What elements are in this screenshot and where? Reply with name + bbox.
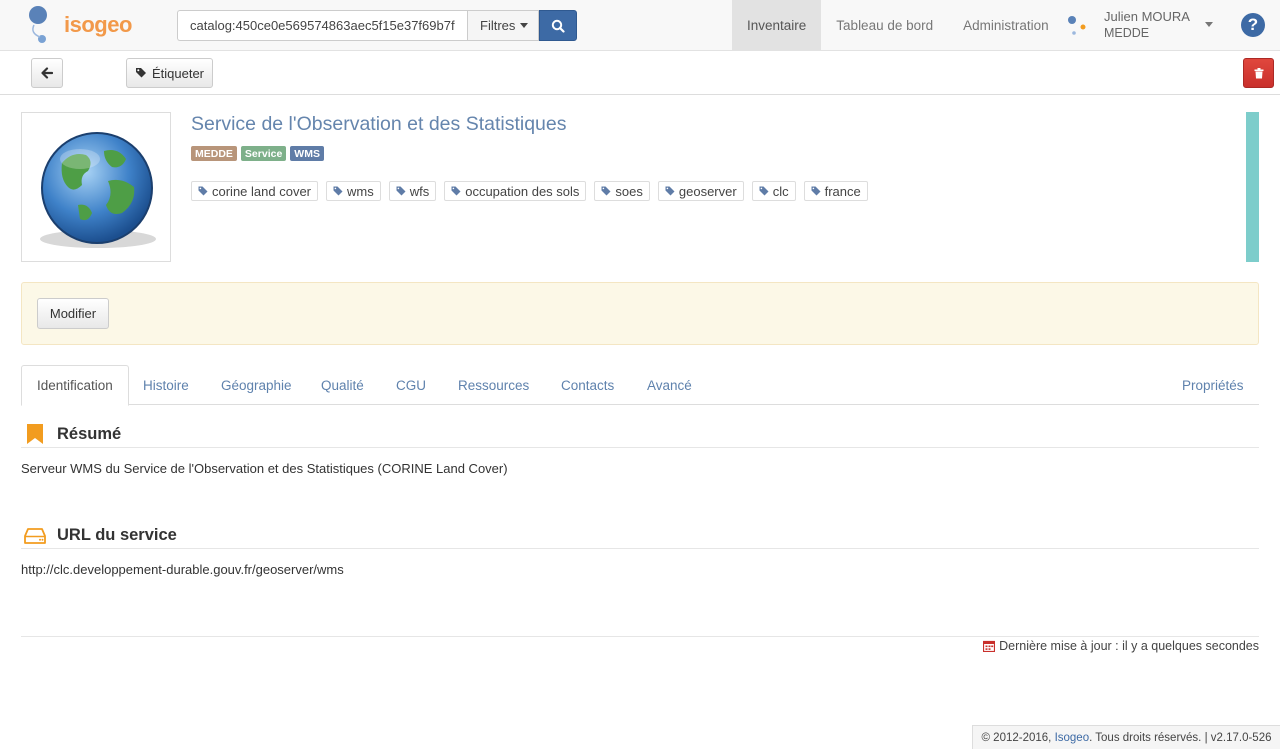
help-icon[interactable]: ? [1241, 13, 1265, 37]
service-url[interactable]: http://clc.developpement-durable.gouv.fr… [21, 562, 344, 577]
keyword-label: occupation des sols [465, 183, 580, 199]
calendar-icon [983, 640, 996, 652]
user-menu[interactable]: Julien MOURA MEDDE [1064, 8, 1224, 44]
action-panel: Modifier [21, 282, 1259, 345]
tab-ressources[interactable]: Ressources [458, 365, 529, 405]
keyword-label: wfs [409, 183, 430, 199]
search-bar: Filtres [177, 10, 578, 41]
summary-title: Résumé [57, 425, 122, 443]
keyword-label: geoserver [678, 183, 737, 199]
footer-divider [21, 636, 1259, 637]
bookmark-icon [27, 424, 43, 444]
badge-format: WMS [290, 146, 324, 161]
keyword-label: soes [615, 183, 643, 199]
tab-identification[interactable]: Identification [21, 365, 129, 406]
summary-text: Serveur WMS du Service de l'Observation … [21, 461, 508, 476]
main-nav: Inventaire Tableau de bord Administratio… [732, 0, 1064, 50]
tag-button-label: Étiqueter [151, 65, 205, 81]
keyword-label: corine land cover [212, 183, 311, 199]
tags-icon [135, 68, 146, 78]
keyword-chip[interactable]: soes [594, 181, 650, 201]
url-title: URL du service [57, 526, 177, 544]
resource-badges: MEDDE Service WMS [191, 146, 324, 161]
tab-cgu[interactable]: CGU [396, 365, 426, 405]
back-button[interactable] [31, 58, 63, 88]
keyword-label: wms [347, 183, 374, 199]
tab-qualite[interactable]: Qualité [321, 365, 364, 405]
resource-toolbar: Étiqueter [0, 51, 1280, 95]
user-caret-down-icon [1205, 22, 1213, 27]
tab-contacts[interactable]: Contacts [561, 365, 614, 405]
keyword-chip[interactable]: wfs [388, 181, 437, 201]
keyword-chip[interactable]: france [803, 181, 868, 201]
logo-text: isogeo [64, 12, 132, 37]
copyright-suffix: . Tous droits réservés. | v2.17.0-526 [1089, 731, 1272, 744]
tag-icon [451, 186, 461, 196]
tag-icon [198, 186, 208, 196]
search-input[interactable] [177, 10, 467, 41]
summary-section-header: Résumé [21, 424, 1259, 448]
tab-proprietes[interactable]: Propriétés [1182, 365, 1244, 405]
copyright-bar: © 2012-2016, Isogeo. Tous droits réservé… [972, 725, 1280, 749]
tag-icon [601, 186, 611, 196]
tag-icon [665, 186, 675, 196]
search-button[interactable] [539, 10, 578, 41]
tab-avance[interactable]: Avancé [647, 365, 692, 405]
keyword-label: clc [772, 183, 789, 199]
nav-administration[interactable]: Administration [948, 0, 1064, 50]
keyword-chip[interactable]: geoserver [657, 181, 744, 201]
tag-icon [759, 186, 769, 196]
filters-label: Filtres [480, 18, 516, 33]
filters-dropdown-button[interactable]: Filtres [467, 10, 540, 41]
badge-owner: MEDDE [191, 146, 237, 161]
keyword-chip[interactable]: corine land cover [191, 181, 318, 201]
tag-icon [396, 186, 406, 196]
nav-inventaire[interactable]: Inventaire [732, 0, 822, 50]
keyword-chip[interactable]: wms [326, 181, 381, 201]
keyword-list: corine land cover wms wfs occupation des so… [191, 181, 868, 201]
tag-icon [811, 186, 821, 196]
keyword-label: france [824, 183, 861, 199]
isogeo-logo[interactable]: isogeo [24, 3, 132, 47]
nav-tableau-de-bord[interactable]: Tableau de bord [821, 0, 948, 50]
trash-icon [1254, 67, 1263, 78]
url-section-header: URL du service [21, 525, 1259, 549]
badge-type: Service [240, 146, 287, 161]
tag-icon [333, 186, 343, 196]
search-icon [552, 19, 565, 33]
user-avatar-icon [1068, 16, 1086, 35]
resource-thumbnail [21, 112, 171, 262]
tab-histoire[interactable]: Histoire [143, 365, 189, 405]
last-update-text: Dernière mise à jour : il y a quelques s… [999, 639, 1259, 653]
top-navbar: isogeo Filtres Inventaire Tableau de bor… [0, 0, 1280, 51]
copyright-prefix: © 2012-2016, [981, 731, 1052, 744]
server-icon [24, 528, 46, 544]
isogeo-link[interactable]: Isogeo [1055, 732, 1090, 744]
last-update: Dernière mise à jour : il y a quelques s… [983, 639, 1259, 653]
globe-icon [40, 132, 156, 248]
keyword-chip[interactable]: clc [751, 181, 796, 201]
resource-tabs: Identification Histoire Géographie Quali… [21, 365, 1259, 406]
status-color-bar [1246, 112, 1259, 262]
modify-button[interactable]: Modifier [37, 298, 109, 329]
caret-down-icon [520, 23, 529, 28]
tab-geographie[interactable]: Géographie [221, 365, 292, 405]
tag-button[interactable]: Étiqueter [126, 58, 213, 88]
resource-title: Service de l'Observation et des Statisti… [191, 113, 567, 135]
arrow-left-icon [41, 67, 53, 79]
keyword-chip[interactable]: occupation des sols [444, 181, 587, 201]
delete-button[interactable] [1243, 58, 1274, 88]
user-org: MEDDE [1104, 26, 1150, 40]
user-name: Julien MOURA [1104, 9, 1190, 24]
